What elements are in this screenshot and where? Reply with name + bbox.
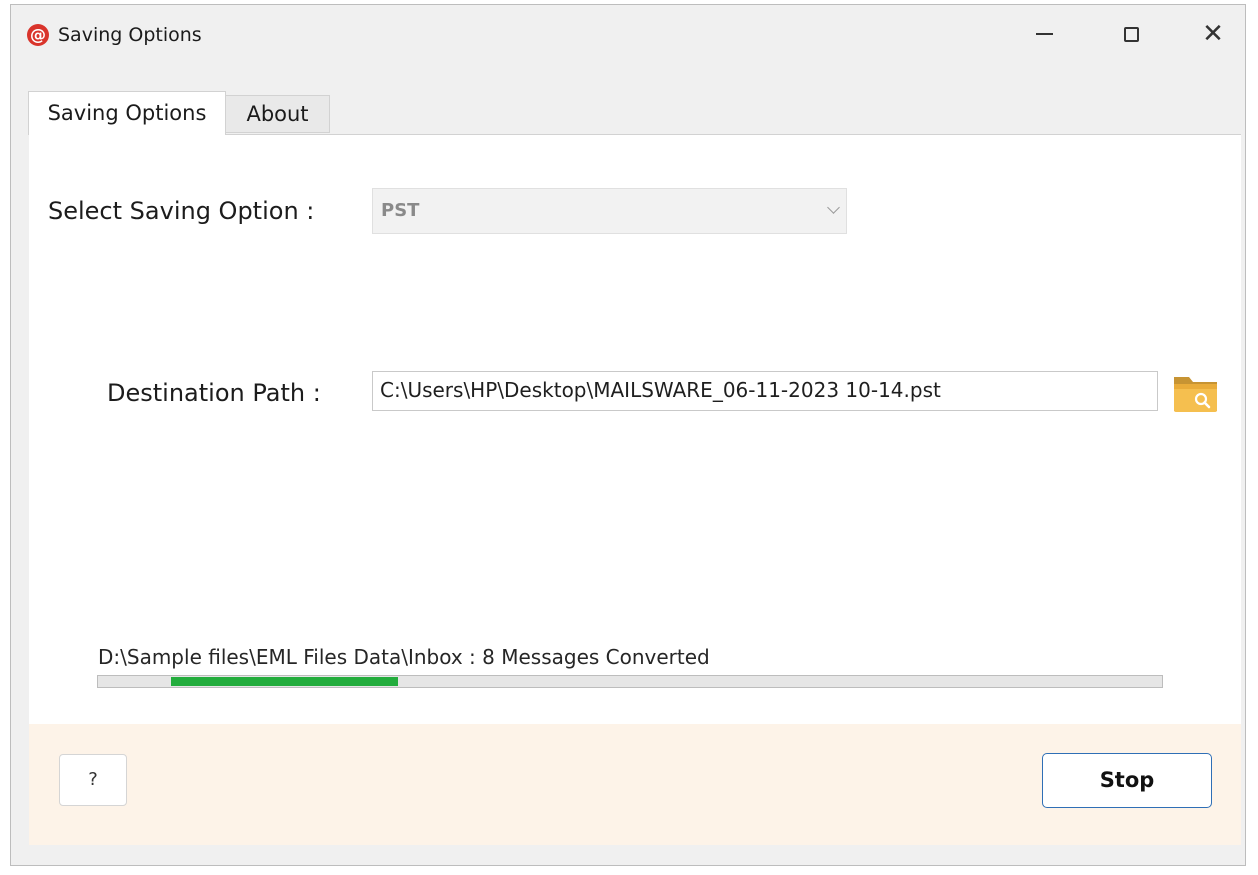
progress-fill	[171, 677, 398, 686]
tab-saving-options[interactable]: Saving Options	[28, 91, 226, 135]
stop-button[interactable]: Stop	[1042, 753, 1212, 808]
saving-option-select[interactable]: PST	[372, 188, 847, 234]
minimize-button[interactable]	[1014, 13, 1074, 55]
tab-about[interactable]: About	[226, 95, 330, 133]
app-icon: @	[27, 24, 49, 46]
saving-option-label: Select Saving Option :	[48, 197, 315, 225]
folder-search-icon	[1174, 377, 1217, 412]
saving-option-value: PST	[381, 200, 420, 221]
footer-bar: ? Stop	[29, 724, 1241, 845]
maximize-icon	[1123, 26, 1139, 42]
destination-path-label: Destination Path :	[107, 379, 321, 407]
chevron-down-icon	[827, 201, 840, 214]
saving-options-window: @ Saving Options ✕ Saving Options About …	[10, 4, 1246, 866]
close-icon: ✕	[1202, 19, 1224, 49]
title-bar: @ Saving Options ✕	[11, 5, 1245, 65]
window-title: Saving Options	[58, 24, 202, 46]
saving-options-panel: Select Saving Option : PST Destination P…	[29, 134, 1241, 724]
browse-folder-button[interactable]	[1171, 369, 1221, 415]
close-button[interactable]: ✕	[1183, 13, 1243, 55]
destination-path-field[interactable]: C:\Users\HP\Desktop\MAILSWARE_06-11-2023…	[372, 371, 1158, 411]
minimize-icon	[1035, 33, 1053, 35]
maximize-button[interactable]	[1101, 13, 1161, 55]
conversion-progress-bar	[97, 675, 1163, 688]
help-button[interactable]: ?	[59, 754, 127, 806]
conversion-status-text: D:\Sample files\EML Files Data\Inbox : 8…	[98, 645, 710, 669]
